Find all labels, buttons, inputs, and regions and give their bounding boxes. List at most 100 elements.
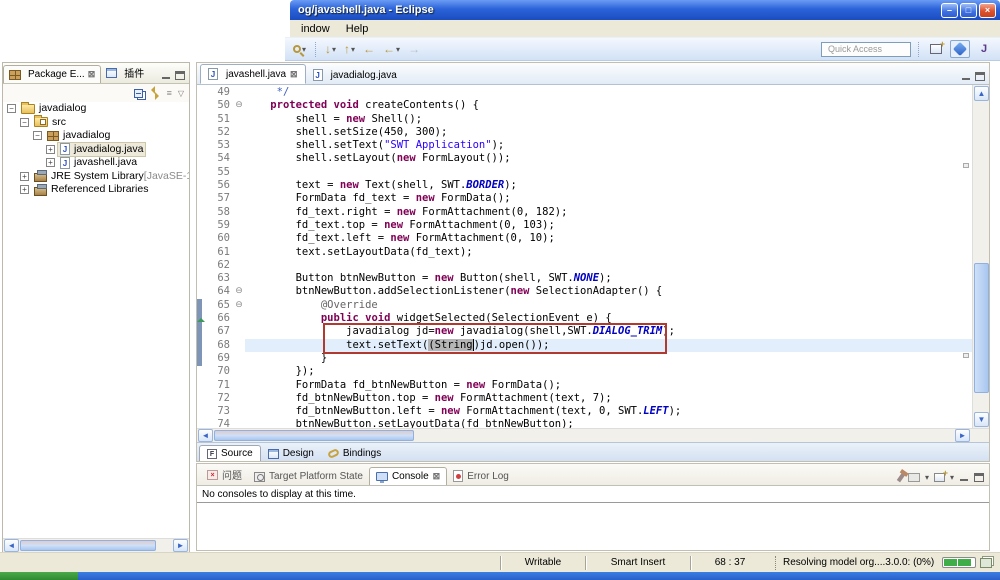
scroll-left-button[interactable]: ◄: [198, 429, 213, 442]
scroll-thumb[interactable]: [20, 540, 156, 551]
maximize-view-icon[interactable]: [175, 71, 185, 80]
code-line[interactable]: 57 FormData fd_text = new FormData();: [197, 192, 989, 205]
back-button[interactable]: ←▾: [381, 41, 402, 57]
forward-button[interactable]: →: [406, 41, 422, 57]
maximize-console-icon[interactable]: [974, 473, 984, 482]
code-line[interactable]: 72 fd_btnNewButton.top = new FormAttachm…: [197, 392, 989, 405]
scroll-left-button[interactable]: ◄: [4, 539, 19, 552]
menu-item-window[interactable]: indow: [294, 22, 337, 36]
expander-icon[interactable]: +: [46, 158, 55, 167]
overview-marker[interactable]: [963, 163, 969, 168]
tree-item[interactable]: +javashell.java: [3, 156, 189, 170]
code-line[interactable]: 63 Button btnNewButton = new Button(shel…: [197, 272, 989, 285]
scroll-right-button[interactable]: ►: [173, 539, 188, 552]
code-line[interactable]: 55: [197, 166, 989, 179]
tab-javashell[interactable]: javashell.java ⊠: [200, 64, 306, 84]
expander-icon[interactable]: −: [7, 104, 16, 113]
tab-problems[interactable]: 问题: [201, 464, 248, 485]
code-line[interactable]: 59 fd_text.top = new FormAttachment(0, 1…: [197, 219, 989, 232]
start-button[interactable]: [0, 572, 78, 580]
pin-console-icon[interactable]: [897, 473, 905, 483]
scroll-thumb[interactable]: [214, 430, 414, 441]
code-line[interactable]: 71 FormData fd_btnNewButton = new FormDa…: [197, 379, 989, 392]
code-line[interactable]: 61 text.setLayoutData(fd_text);: [197, 246, 989, 259]
previous-annotation-button[interactable]: ↑▾: [342, 41, 357, 57]
fold-icon[interactable]: ⊖: [233, 285, 245, 298]
scroll-up-button[interactable]: ▲: [974, 86, 989, 101]
code-line[interactable]: 64⊖ btnNewButton.addSelectionListener(ne…: [197, 285, 989, 298]
expander-icon[interactable]: −: [33, 131, 42, 140]
tab-target-platform-state[interactable]: Target Platform State: [248, 468, 369, 485]
taskbar[interactable]: [0, 572, 1000, 580]
tab-javadialog[interactable]: javadialog.java: [306, 66, 404, 84]
scroll-right-button[interactable]: ►: [955, 429, 970, 442]
tab-console[interactable]: Console ⊠: [369, 467, 447, 485]
tree-item[interactable]: +Referenced Libraries: [3, 183, 189, 197]
maximize-editor-icon[interactable]: [975, 72, 985, 81]
close-button[interactable]: [979, 3, 996, 18]
expander-icon[interactable]: +: [20, 185, 29, 194]
code-line[interactable]: 74 btnNewButton.setLayoutData(fd_btnNewB…: [197, 418, 989, 428]
code-line[interactable]: 60 fd_text.left = new FormAttachment(0, …: [197, 232, 989, 245]
expander-icon[interactable]: +: [46, 145, 55, 154]
last-edit-location-button[interactable]: ←: [361, 41, 377, 57]
eclipse-title-bar[interactable]: og/javashell.java - Eclipse: [290, 0, 1000, 20]
view-menu-button[interactable]: [167, 88, 172, 98]
chevron-down-icon[interactable]: ▾: [925, 473, 929, 482]
code-line[interactable]: 54 shell.setLayout(new FormLayout());: [197, 152, 989, 165]
close-icon[interactable]: ⊠: [88, 69, 96, 80]
minimize-button[interactable]: [941, 3, 958, 18]
active-perspective-button[interactable]: [950, 40, 970, 58]
code-line[interactable]: 58 fd_text.right = new FormAttachment(0,…: [197, 206, 989, 219]
tree-item[interactable]: +javadialog.java: [3, 143, 189, 157]
tree-item[interactable]: −src: [3, 116, 189, 130]
code-line[interactable]: 56 text = new Text(shell, SWT.BORDER);: [197, 179, 989, 192]
minimize-view-icon[interactable]: [161, 71, 171, 80]
scroll-down-button[interactable]: ▼: [974, 412, 989, 427]
minimize-editor-icon[interactable]: [961, 72, 971, 81]
quick-access-input[interactable]: Quick Access: [821, 42, 911, 57]
code-line[interactable]: 65⊖ @Override: [197, 299, 989, 312]
tab-package-explorer[interactable]: Package E... ⊠: [3, 65, 101, 83]
collapse-all-button[interactable]: [134, 89, 143, 98]
tab-error-log[interactable]: Error Log: [447, 467, 515, 485]
code-line[interactable]: 53 shell.setText("SWT Application");: [197, 139, 989, 152]
open-console-icon[interactable]: [934, 473, 945, 482]
minimize-console-icon[interactable]: [959, 473, 969, 482]
code-line[interactable]: 70 });: [197, 365, 989, 378]
menu-item-help[interactable]: Help: [339, 22, 376, 36]
close-icon[interactable]: ⊠: [433, 471, 441, 482]
expander-icon[interactable]: +: [20, 172, 29, 181]
fold-icon[interactable]: ⊖: [233, 99, 245, 112]
tree-item[interactable]: +JRE System Library [JavaSE-1.: [3, 170, 189, 184]
tree-item[interactable]: −javadialog: [3, 102, 189, 116]
code-line[interactable]: 51 shell = new Shell();: [197, 113, 989, 126]
expander-icon[interactable]: −: [20, 118, 29, 127]
code-editor[interactable]: 49 */50⊖ protected void createContents()…: [197, 85, 989, 428]
tab-design[interactable]: Design: [261, 446, 321, 461]
next-annotation-button[interactable]: ↓▾: [323, 41, 338, 57]
tree-item[interactable]: −javadialog: [3, 129, 189, 143]
progress-view-icon[interactable]: [980, 558, 992, 568]
link-with-editor-button[interactable]: [149, 88, 161, 98]
java-perspective-button[interactable]: [974, 40, 994, 58]
chevron-down-icon[interactable]: ▾: [950, 473, 954, 482]
open-perspective-button[interactable]: [926, 40, 946, 58]
code-line[interactable]: 49 */: [197, 86, 989, 99]
code-line[interactable]: 50⊖ protected void createContents() {: [197, 99, 989, 112]
tab-plugins[interactable]: 插件: [101, 62, 149, 83]
tab-bindings[interactable]: Bindings: [321, 446, 388, 461]
search-button[interactable]: ▾: [291, 44, 308, 55]
fold-icon[interactable]: ⊖: [233, 299, 245, 312]
code-line[interactable]: 52 shell.setSize(450, 300);: [197, 126, 989, 139]
scroll-thumb[interactable]: [974, 263, 989, 393]
tab-source[interactable]: Source: [199, 445, 261, 461]
package-explorer-hscrollbar[interactable]: ◄ ►: [3, 538, 189, 552]
display-console-icon[interactable]: [908, 473, 920, 482]
view-menu-dropdown-icon[interactable]: [178, 89, 184, 98]
editor-vscrollbar[interactable]: ▲ ▼: [972, 85, 989, 428]
code-line[interactable]: 73 fd_btnNewButton.left = new FormAttach…: [197, 405, 989, 418]
restore-button[interactable]: [960, 3, 977, 18]
code-line[interactable]: 62: [197, 259, 989, 272]
close-icon[interactable]: ⊠: [290, 69, 298, 80]
